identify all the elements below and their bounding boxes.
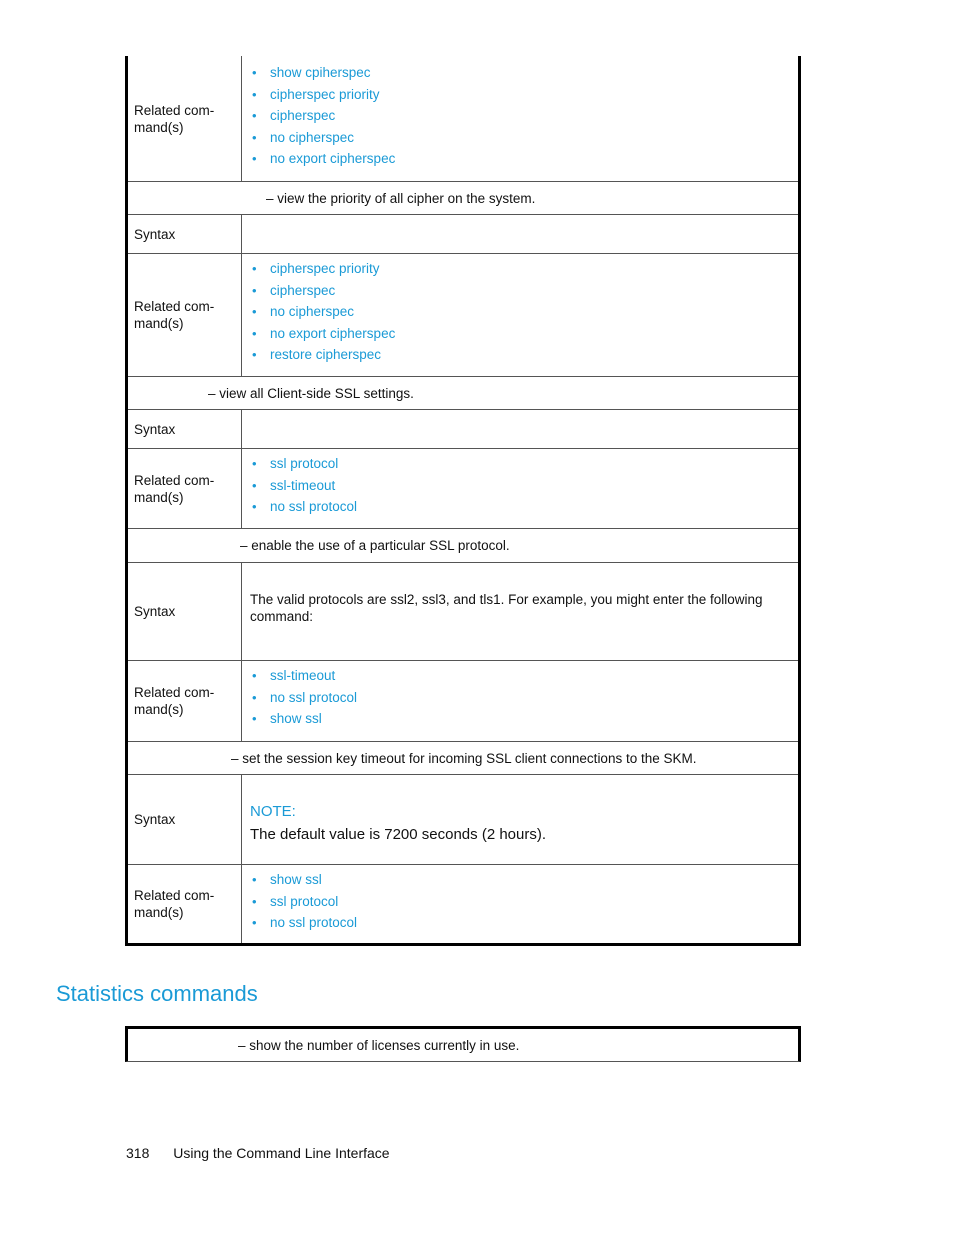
related-command-link[interactable]: no ssl protocol [250,496,798,518]
related-command-link[interactable]: show ssl [250,708,798,730]
related-command-link[interactable]: cipherspec [250,280,798,302]
command-description: – view the priority of all cipher on the… [266,190,536,206]
syntax-value [242,410,798,448]
related-command-link[interactable]: show cpiherspec [250,62,798,84]
related-command-link[interactable]: ssl-timeout [250,665,798,687]
command-description: – view all Client-side SSL settings. [208,385,414,401]
ssl-commands-table: Related com- mand(s) show cpiherspec cip… [125,56,801,946]
row-label: Related com- mand(s) [128,56,242,181]
command-description-row: – view all Client-side SSL settings. [128,377,798,410]
related-command-link[interactable]: restore cipherspec [250,344,798,366]
syntax-value: The valid protocols are ssl2, ssl3, and … [250,592,763,624]
related-command-link[interactable]: ssl-timeout [250,475,798,497]
related-command-link[interactable]: no cipherspec [250,127,798,149]
related-command-link[interactable]: ssl protocol [250,453,798,475]
row-label: Related com- mand(s) [128,254,242,376]
note-body: The default value is 7200 seconds (2 hou… [250,826,547,843]
related-command-link[interactable]: show ssl [250,869,798,891]
row-label: Syntax [128,215,242,253]
related-command-link[interactable]: no ssl protocol [250,687,798,709]
note-block: NOTE: The default value is 7200 seconds … [242,775,798,864]
related-commands-row: Related com- mand(s) cipherspec priority… [128,254,798,377]
related-command-link[interactable]: no export cipherspec [250,323,798,345]
page-number: 318 [126,1145,150,1161]
row-label: Related com- mand(s) [128,865,242,943]
footer-title: Using the Command Line Interface [173,1145,390,1161]
syntax-row: Syntax The valid protocols are ssl2, ssl… [128,563,798,661]
related-commands-row: Related com- mand(s) show cpiherspec cip… [128,56,798,182]
syntax-value [242,215,798,253]
related-command-link[interactable]: cipherspec priority [250,258,798,280]
related-commands-row: Related com- mand(s) ssl protocol ssl-ti… [128,449,798,529]
page-footer: 318 Using the Command Line Interface [126,1145,390,1161]
row-label: Related com- mand(s) [128,449,242,528]
related-commands-row: Related com- mand(s) show ssl ssl protoc… [128,865,798,943]
related-command-link[interactable]: no export cipherspec [250,148,798,170]
row-label: Syntax [128,563,242,660]
syntax-row: Syntax NOTE: The default value is 7200 s… [128,775,798,865]
command-description-row: – view the priority of all cipher on the… [128,182,798,215]
related-commands-row: Related com- mand(s) ssl-timeout no ssl … [128,661,798,742]
section-heading: Statistics commands [56,981,258,1006]
related-command-link[interactable]: no ssl protocol [250,912,798,934]
related-command-link[interactable]: cipherspec [250,105,798,127]
related-command-link[interactable]: no cipherspec [250,301,798,323]
command-description: – set the session key timeout for incomi… [231,750,697,766]
row-label: Related com- mand(s) [128,661,242,741]
syntax-row: Syntax [128,410,798,449]
note-title: NOTE: [250,803,296,820]
command-description: – show the number of licenses currently … [238,1037,520,1053]
related-command-link[interactable]: ssl protocol [250,891,798,913]
command-description-row: – enable the use of a particular SSL pro… [128,529,798,563]
command-description: – enable the use of a particular SSL pro… [240,538,510,553]
row-label: Syntax [128,775,242,864]
statistics-commands-table: – show the number of licenses currently … [125,1026,801,1062]
row-label: Syntax [128,410,242,448]
syntax-row: Syntax [128,215,798,254]
command-description-row: – set the session key timeout for incomi… [128,742,798,775]
related-command-link[interactable]: cipherspec priority [250,84,798,106]
